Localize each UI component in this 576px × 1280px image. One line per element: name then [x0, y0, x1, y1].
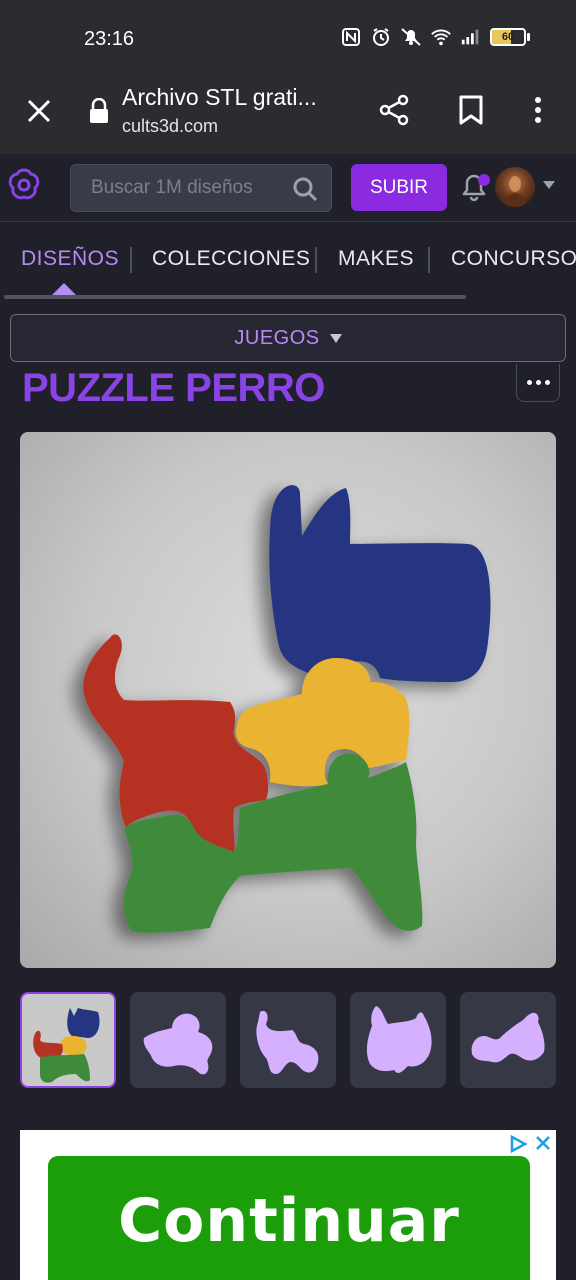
- dot-icon: [544, 380, 550, 385]
- thumbnail-2[interactable]: [130, 992, 226, 1088]
- site-header: SUBIR: [0, 154, 576, 222]
- status-bar: 23:16 60: [0, 0, 576, 76]
- mute-icon: [400, 26, 422, 48]
- puzzle-piece-shape: [256, 1010, 319, 1074]
- section-tabs: DISEÑOS COLECCIONES MAKES CONCURSOS: [0, 223, 576, 299]
- notification-dot: [478, 174, 490, 186]
- more-actions-button[interactable]: [516, 364, 560, 402]
- puzzle-piece-shape: [366, 1006, 432, 1073]
- dog-puzzle-thumb: [33, 1008, 100, 1083]
- search-icon[interactable]: [291, 175, 319, 203]
- battery-level: 60: [501, 31, 515, 43]
- dot-icon: [535, 380, 541, 385]
- search-input[interactable]: [91, 177, 271, 199]
- lock-icon: [88, 97, 110, 124]
- search-box[interactable]: [70, 164, 332, 212]
- tab-divider: [315, 247, 317, 273]
- page-domain[interactable]: cults3d.com: [122, 116, 218, 137]
- signal-icon: [460, 26, 482, 48]
- tab-concursos[interactable]: CONCURSOS: [451, 247, 576, 271]
- thumbnail-5[interactable]: [460, 992, 556, 1088]
- dot-icon: [526, 380, 532, 385]
- title-row: PUZZLE PERRO: [0, 364, 576, 412]
- status-icons: 60: [340, 26, 530, 48]
- puzzle-piece-shape: [143, 1013, 213, 1075]
- category-dropdown[interactable]: JUEGOS: [10, 314, 566, 362]
- product-main-image[interactable]: [20, 432, 556, 968]
- close-tab-icon[interactable]: [24, 96, 54, 126]
- bookmark-icon[interactable]: [456, 94, 486, 126]
- page-title-bar[interactable]: Archivo STL grati...: [122, 84, 317, 111]
- status-time: 23:16: [84, 28, 135, 50]
- notifications-bell-icon[interactable]: [460, 170, 490, 202]
- adchoices-icon[interactable]: [508, 1134, 528, 1154]
- thumbnail-4[interactable]: [350, 992, 446, 1088]
- cults-logo-icon[interactable]: [6, 166, 42, 202]
- thumbnail-3[interactable]: [240, 992, 336, 1088]
- nfc-icon: [340, 26, 362, 48]
- dog-puzzle-image: [83, 485, 491, 933]
- tab-colecciones[interactable]: COLECCIONES: [152, 247, 310, 271]
- puzzle-piece-shape: [471, 1012, 545, 1063]
- tab-divider: [130, 247, 132, 273]
- active-tab-indicator: [52, 283, 76, 295]
- chevron-down-icon[interactable]: [543, 181, 555, 189]
- thumbnail-1[interactable]: [20, 992, 116, 1088]
- tab-disenos[interactable]: DISEÑOS: [21, 247, 119, 271]
- advertisement: Continuar: [20, 1130, 556, 1280]
- caret-down-icon: [329, 333, 342, 343]
- user-avatar[interactable]: [495, 167, 535, 207]
- share-icon[interactable]: [376, 92, 412, 128]
- wifi-icon: [430, 26, 452, 48]
- tab-divider: [428, 247, 430, 273]
- thumbnail-strip: [20, 992, 560, 1090]
- ad-choices[interactable]: [508, 1134, 552, 1154]
- tabs-scrollbar[interactable]: [4, 295, 466, 299]
- tab-makes[interactable]: MAKES: [338, 247, 414, 271]
- more-options-icon[interactable]: [528, 94, 548, 126]
- alarm-icon: [370, 26, 392, 48]
- category-label: JUEGOS: [234, 326, 320, 349]
- upload-button[interactable]: SUBIR: [351, 164, 447, 211]
- close-ad-icon[interactable]: [534, 1134, 552, 1152]
- battery-icon: 60: [490, 28, 530, 46]
- browser-toolbar: Archivo STL grati... cults3d.com: [0, 76, 576, 154]
- product-title: PUZZLE PERRO: [22, 366, 325, 410]
- ad-continue-button[interactable]: Continuar: [48, 1156, 530, 1280]
